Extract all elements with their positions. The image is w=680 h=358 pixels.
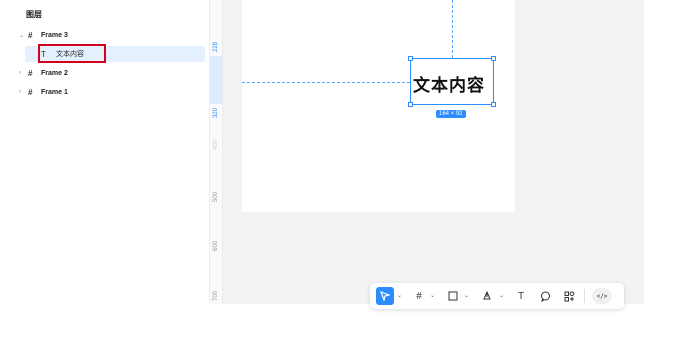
assets-tool-icon[interactable] xyxy=(560,287,578,305)
panel-title: 图层 xyxy=(26,10,42,19)
canvas[interactable]: 228 320 400 500 600 700 文本内容 164 × 92 xyxy=(210,0,644,304)
frame-icon: # xyxy=(28,87,33,97)
horizontal-guide xyxy=(242,82,410,83)
ruler-selection-highlight xyxy=(210,56,222,104)
ruler-tick: 320 xyxy=(213,108,219,119)
dimension-badge: 164 × 92 xyxy=(436,110,466,118)
comment-tool-icon[interactable] xyxy=(536,287,554,305)
text-tool-icon[interactable]: T xyxy=(512,287,530,305)
ruler-tick: 400 xyxy=(213,140,219,151)
ruler-tick: 228 xyxy=(213,42,219,53)
ruler-tick: 700 xyxy=(213,291,219,302)
toolbar-divider xyxy=(584,289,585,303)
layer-row-frame-1[interactable]: › # Frame 1 xyxy=(0,84,209,100)
layer-label: Frame 1 xyxy=(41,88,68,96)
frame-icon: # xyxy=(28,68,33,78)
annotation-highlight-box xyxy=(38,44,106,63)
code-view-button[interactable]: </> xyxy=(592,288,612,304)
chevron-right-icon[interactable]: › xyxy=(19,89,21,95)
layer-label: Frame 2 xyxy=(41,69,68,77)
frame-icon: # xyxy=(28,30,33,40)
bottom-toolbar: ⌄ # ⌄ ⌄ ⌄ T </> xyxy=(370,283,624,309)
chevron-down-icon[interactable]: ⌄ xyxy=(499,292,504,299)
rectangle-tool-icon[interactable] xyxy=(444,287,462,305)
move-tool-icon[interactable] xyxy=(376,287,394,305)
ruler-tick: 600 xyxy=(213,241,219,252)
ruler-tick: 500 xyxy=(213,192,219,203)
layer-row-frame-3[interactable]: ⌄ # Frame 3 xyxy=(0,27,209,43)
layer-label: Frame 3 xyxy=(41,31,68,39)
resize-handle[interactable] xyxy=(408,102,413,107)
resize-handle[interactable] xyxy=(491,102,496,107)
vertical-ruler: 228 320 400 500 600 700 xyxy=(210,0,223,304)
vertical-guide xyxy=(452,0,453,58)
chevron-down-icon[interactable]: ⌄ xyxy=(430,292,435,299)
layer-row-frame-2[interactable]: › # Frame 2 xyxy=(0,65,209,81)
frame-tool-icon[interactable]: # xyxy=(410,287,428,305)
pen-tool-icon[interactable] xyxy=(478,287,496,305)
chevron-right-icon[interactable]: › xyxy=(19,70,21,76)
chevron-down-icon[interactable]: ⌄ xyxy=(397,292,402,299)
resize-handle[interactable] xyxy=(408,56,413,61)
frame-3-artboard[interactable] xyxy=(242,0,515,212)
chevron-down-icon[interactable]: ⌄ xyxy=(464,292,469,299)
selected-text-element[interactable]: 文本内容 xyxy=(413,71,485,96)
chevron-down-icon[interactable]: ⌄ xyxy=(19,32,24,39)
resize-handle[interactable] xyxy=(491,56,496,61)
